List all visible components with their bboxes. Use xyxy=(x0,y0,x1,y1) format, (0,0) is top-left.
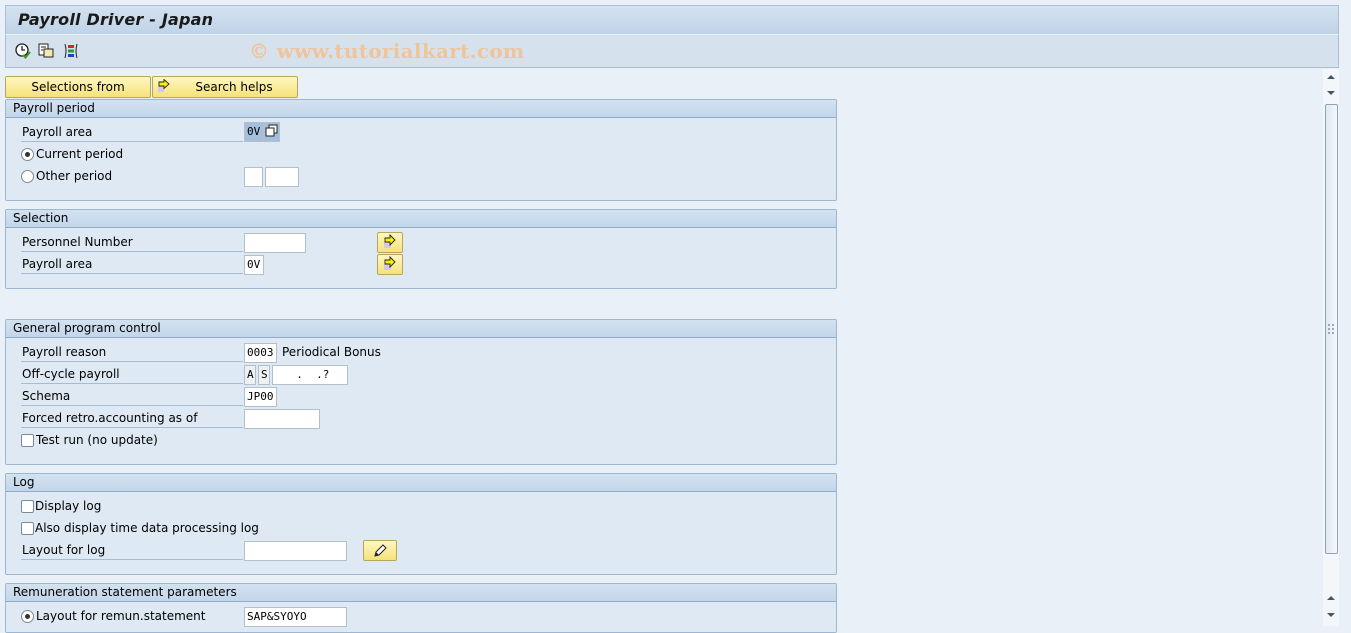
time-log-row: Also display time data processing log xyxy=(6,518,836,538)
retro-row: Forced retro.accounting as of xyxy=(6,408,836,429)
selection-screen: Selections from Search helps Payroll per… xyxy=(0,69,1322,633)
display-log-checkbox[interactable] xyxy=(21,500,34,513)
page-title: Payroll Driver - Japan xyxy=(18,10,214,29)
payroll-area-row: Payroll area 0V xyxy=(6,122,836,142)
watermark: © www.tutorialkart.com xyxy=(249,39,525,63)
offcycle-label: Off-cycle payroll xyxy=(21,366,243,384)
time-log-label[interactable]: Also display time data processing log xyxy=(35,520,259,537)
payroll-area-input[interactable]: 0V xyxy=(244,122,264,142)
application-toolbar: © www.tutorialkart.com xyxy=(5,35,1339,68)
pencil-icon xyxy=(374,544,387,557)
scroll-up-icon[interactable] xyxy=(1323,69,1339,85)
offcycle-input-1[interactable]: A xyxy=(244,365,256,385)
layout-log-label: Layout for log xyxy=(21,542,243,560)
personnel-number-label: Personnel Number xyxy=(21,234,243,252)
multiple-selection-icon[interactable] xyxy=(264,122,280,142)
payroll-reason-input[interactable]: 0003 xyxy=(244,343,277,363)
selections-from-label: Selections from xyxy=(31,80,125,94)
other-period-input-1[interactable] xyxy=(244,167,263,187)
schema-label: Schema xyxy=(21,388,243,406)
payroll-reason-row: Payroll reason 0003 Periodical Bonus xyxy=(6,342,836,363)
group-general-program-control: General program control Payroll reason 0… xyxy=(5,319,837,465)
scroll-page-down-icon[interactable] xyxy=(1323,607,1339,623)
payroll-area-multiple-selection-button[interactable] xyxy=(377,254,403,275)
scroll-thumb[interactable] xyxy=(1325,104,1338,554)
other-period-radio[interactable] xyxy=(21,170,34,183)
retro-label: Forced retro.accounting as of xyxy=(21,410,243,428)
selections-from-button[interactable]: Selections from xyxy=(5,76,151,98)
current-period-label[interactable]: Current period xyxy=(36,146,123,163)
vertical-scrollbar[interactable] xyxy=(1323,69,1339,626)
arrow-right-icon xyxy=(384,255,396,270)
group-title: Remuneration statement parameters xyxy=(6,584,836,602)
test-run-label[interactable]: Test run (no update) xyxy=(36,432,158,449)
layout-remun-row: Layout for remun.statement SAP&SYOYO xyxy=(6,606,836,627)
test-run-checkbox[interactable] xyxy=(21,434,34,447)
personnel-number-input[interactable] xyxy=(244,233,306,253)
layout-remun-radio[interactable] xyxy=(21,610,34,623)
scroll-page-up-icon[interactable] xyxy=(1323,590,1339,606)
offcycle-row: Off-cycle payroll A S . .? xyxy=(6,364,836,385)
other-period-row: Other period xyxy=(6,166,836,187)
display-log-row: Display log xyxy=(6,496,836,516)
time-log-checkbox[interactable] xyxy=(21,522,34,535)
payroll-reason-label: Payroll reason xyxy=(21,344,243,362)
personnel-number-row: Personnel Number xyxy=(6,232,836,253)
retro-date-input[interactable] xyxy=(244,409,320,429)
scroll-down-icon[interactable] xyxy=(1323,85,1339,101)
current-period-radio[interactable] xyxy=(21,148,34,161)
search-helps-label: Search helps xyxy=(195,80,273,94)
selection-payroll-area-row: Payroll area 0V xyxy=(6,254,836,275)
group-selection: Selection Personnel Number Payroll area … xyxy=(5,209,837,289)
personnel-number-multiple-selection-button[interactable] xyxy=(377,232,403,253)
layout-remun-input[interactable]: SAP&SYOYO xyxy=(244,607,347,627)
arrow-right-icon xyxy=(157,78,171,93)
arrow-right-icon xyxy=(384,233,396,248)
payroll-area-label: Payroll area xyxy=(21,256,243,274)
display-log-label[interactable]: Display log xyxy=(35,498,101,515)
schema-input[interactable]: JP00 xyxy=(244,387,277,407)
grip-icon xyxy=(1328,324,1334,334)
group-title: Selection xyxy=(6,210,836,228)
get-variant-icon[interactable] xyxy=(37,42,55,60)
group-payroll-period: Payroll period Payroll area 0V Current p… xyxy=(5,99,837,201)
schema-row: Schema JP00 xyxy=(6,386,836,407)
layout-remun-label[interactable]: Layout for remun.statement xyxy=(36,608,205,625)
selection-payroll-area-input[interactable]: 0V xyxy=(244,255,264,275)
edit-layout-button[interactable] xyxy=(363,540,397,561)
group-log: Log Display log Also display time data p… xyxy=(5,473,837,575)
payroll-reason-description: Periodical Bonus xyxy=(282,345,381,359)
title-bar: Payroll Driver - Japan xyxy=(5,5,1339,35)
other-period-input-2[interactable] xyxy=(265,167,299,187)
execute-in-background-icon[interactable] xyxy=(14,42,32,60)
search-helps-button[interactable]: Search helps xyxy=(152,76,298,98)
layout-log-row: Layout for log xyxy=(6,540,836,561)
other-period-label[interactable]: Other period xyxy=(36,168,112,185)
group-title: Log xyxy=(6,474,836,492)
selection-options-icon[interactable] xyxy=(62,42,80,60)
offcycle-input-2[interactable]: S xyxy=(258,365,270,385)
group-title: General program control xyxy=(6,320,836,338)
group-title: Payroll period xyxy=(6,100,836,118)
test-run-row: Test run (no update) xyxy=(6,430,836,450)
offcycle-date-input[interactable]: . .? xyxy=(272,365,348,385)
payroll-area-label: Payroll area xyxy=(21,124,243,142)
current-period-row: Current period xyxy=(6,144,836,164)
layout-log-input[interactable] xyxy=(244,541,347,561)
